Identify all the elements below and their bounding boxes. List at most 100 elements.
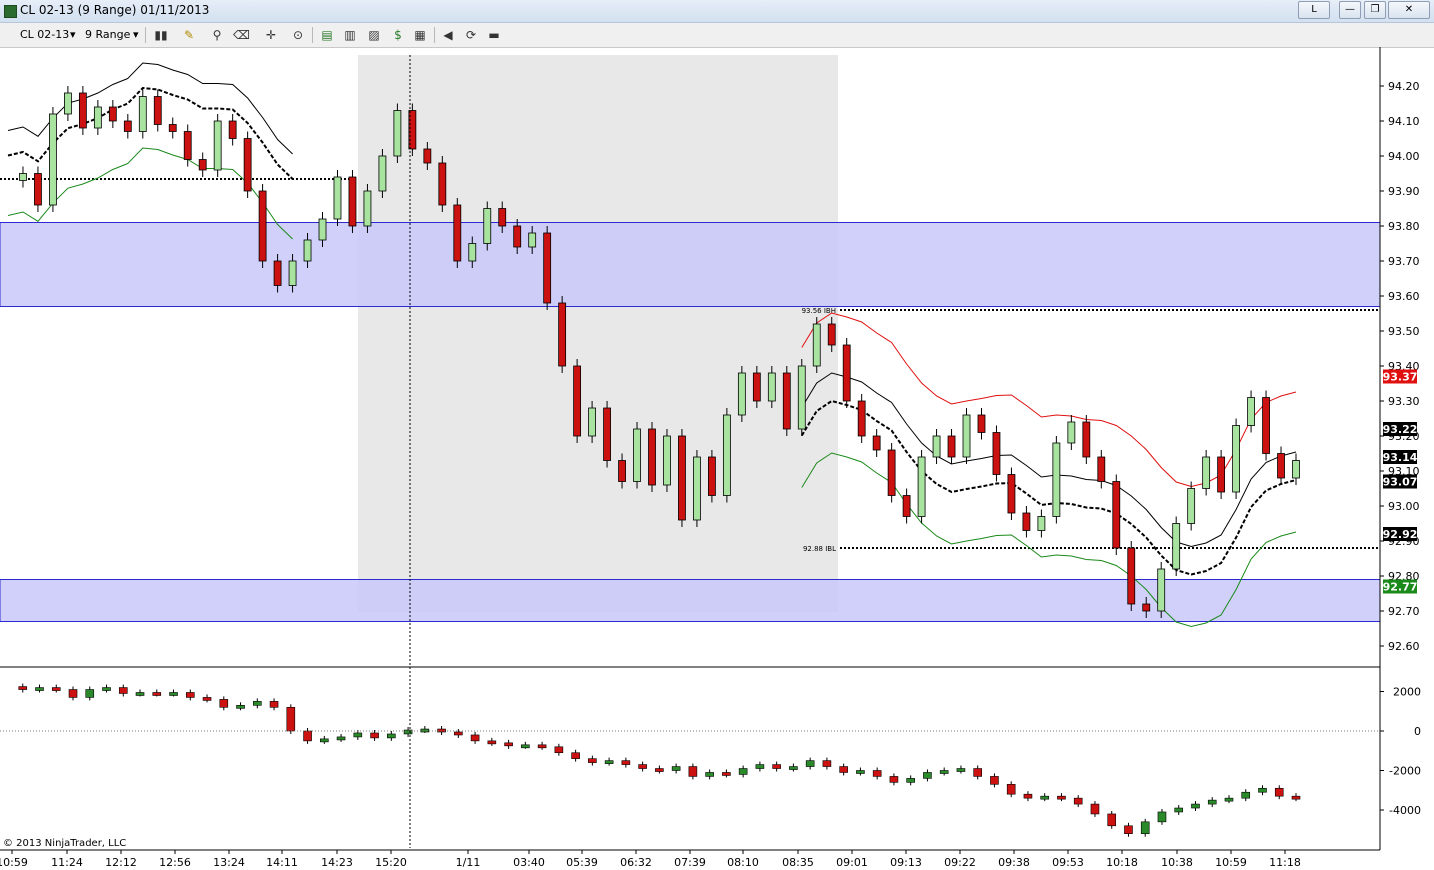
indicator-bar-down bbox=[1090, 803, 1100, 815]
candle-down bbox=[1277, 453, 1285, 479]
indicator-bar-down bbox=[152, 692, 162, 696]
indicator-bar-down bbox=[973, 768, 982, 777]
indicator-bar-up bbox=[1258, 787, 1267, 793]
period-dropdown-icon[interactable]: ▾ bbox=[133, 27, 139, 43]
candle-up bbox=[378, 155, 387, 192]
indicator-bar-down bbox=[202, 697, 212, 701]
eraser-icon[interactable]: ⌫ bbox=[233, 27, 250, 43]
indicator-bar-up bbox=[755, 764, 765, 769]
indicator-bar-down bbox=[638, 764, 647, 769]
restore-tab-button[interactable]: L bbox=[1298, 1, 1330, 19]
candle-down bbox=[348, 176, 357, 227]
candle-down bbox=[782, 372, 791, 430]
price-tick-label: 93.30 bbox=[1388, 395, 1420, 408]
indicator-bar-down bbox=[571, 752, 580, 759]
crosshair-icon[interactable]: ✛ bbox=[263, 27, 279, 43]
candle-up bbox=[318, 218, 327, 241]
indicator-bar-down bbox=[185, 692, 195, 698]
indicator-bar-down bbox=[269, 701, 279, 708]
indicator-bar-down bbox=[303, 730, 312, 742]
candle-up bbox=[483, 208, 492, 244]
price-tick-label: 93.50 bbox=[1388, 325, 1420, 338]
candle-up bbox=[917, 456, 926, 517]
time-tick-label: 11:24 bbox=[51, 856, 83, 869]
close-button[interactable]: ✕ bbox=[1388, 1, 1430, 19]
indicator-bar-up bbox=[169, 692, 178, 696]
candle-up bbox=[737, 372, 746, 416]
candle-down bbox=[752, 372, 761, 402]
candle-up bbox=[363, 190, 372, 227]
indicator-bar-down bbox=[655, 768, 664, 772]
indicator-bar-down bbox=[822, 760, 832, 767]
candle-down bbox=[678, 435, 686, 521]
scroll-back-icon[interactable]: ◀ bbox=[440, 27, 456, 43]
time-tick-label: 1/11 bbox=[456, 856, 481, 869]
toolbar-separator bbox=[312, 27, 313, 43]
time-tick-label: 15:20 bbox=[375, 856, 407, 869]
indicator-bar-up bbox=[705, 772, 714, 777]
indicator-bar-down bbox=[554, 746, 564, 754]
candle-up bbox=[1247, 397, 1255, 426]
minimize-button[interactable]: — bbox=[1339, 1, 1361, 19]
candle-down bbox=[168, 124, 177, 132]
candle-up bbox=[303, 239, 312, 262]
candle-up bbox=[1067, 421, 1076, 444]
price-tick-label: 94.10 bbox=[1388, 115, 1420, 128]
candle-down bbox=[1142, 603, 1151, 612]
candle-down bbox=[573, 365, 582, 437]
bars-type-icon[interactable]: ▮▮ bbox=[153, 27, 169, 43]
candle-down bbox=[558, 302, 567, 367]
candle-down bbox=[1262, 397, 1270, 454]
properties-icon[interactable]: ▦ bbox=[412, 27, 428, 43]
indicator-bar-down bbox=[470, 734, 480, 742]
candle-down bbox=[902, 495, 911, 517]
indicator-bar-up bbox=[604, 760, 614, 764]
price-chart[interactable]: 93.56 IBH92.88 IBL 94.2094.1094.0093.909… bbox=[0, 47, 1434, 870]
ib-low-label: 92.88 IBL bbox=[803, 545, 836, 553]
draw-pencil-icon[interactable]: ✎ bbox=[181, 27, 197, 43]
period-selector[interactable]: 9 Range bbox=[85, 27, 130, 43]
indicator-bar-up bbox=[236, 705, 245, 709]
candle-down bbox=[1022, 512, 1031, 531]
candle-up bbox=[663, 435, 671, 486]
price-label-value: 93.07 bbox=[1383, 476, 1418, 489]
indicator-bar-down bbox=[1006, 784, 1016, 795]
candle-up bbox=[93, 106, 102, 129]
maximize-button[interactable]: ❐ bbox=[1364, 1, 1386, 19]
candle-down bbox=[453, 204, 462, 262]
print-icon[interactable]: ▬ bbox=[486, 27, 502, 43]
indicator-bar-down bbox=[487, 740, 497, 745]
indicator-bar-up bbox=[1241, 791, 1251, 799]
indicator-bar-down bbox=[1023, 793, 1033, 799]
candle-up bbox=[1292, 460, 1300, 479]
zoom-icon[interactable]: ⚲ bbox=[209, 27, 225, 43]
price-tick-label: 93.60 bbox=[1388, 290, 1420, 303]
indicator-tick-label: -4000 bbox=[1389, 804, 1421, 817]
magnifier-icon[interactable]: ⊙ bbox=[290, 27, 306, 43]
candle-down bbox=[1217, 456, 1226, 493]
indicators-icon[interactable]: ▥ bbox=[342, 27, 358, 43]
chart-toolbar: CL 02-13 ▾ 9 Range ▾ ▮▮ ✎ ⚲ ⌫ ✛ ⊙ ▤ ▥ ▨ … bbox=[0, 23, 1434, 48]
indicator-tick-label: 0 bbox=[1414, 725, 1421, 738]
price-tick-label: 93.80 bbox=[1388, 220, 1420, 233]
instrument-selector[interactable]: CL 02-13 bbox=[20, 27, 69, 43]
indicator-bar-up bbox=[1207, 799, 1217, 805]
time-tick-label: 08:35 bbox=[782, 856, 814, 869]
candle-up bbox=[333, 176, 342, 220]
reload-icon[interactable]: ⟳ bbox=[463, 27, 479, 43]
data-box-icon[interactable]: ▤ bbox=[319, 27, 335, 43]
indicator-bar-up bbox=[1040, 795, 1050, 800]
time-tick-label: 10:59 bbox=[0, 856, 28, 869]
window-title-bar: CL 02-13 (9 Range) 01/11/2013 L — ❐ ✕ bbox=[0, 0, 1434, 23]
dollar-icon[interactable]: $ bbox=[390, 27, 406, 43]
strategies-icon[interactable]: ▨ bbox=[366, 27, 382, 43]
instrument-dropdown-icon[interactable]: ▾ bbox=[70, 27, 76, 43]
candle-up bbox=[1202, 456, 1211, 489]
indicator-bar-down bbox=[1124, 825, 1133, 834]
support-resistance-zone bbox=[0, 222, 1381, 307]
candle-down bbox=[153, 96, 162, 125]
indicator-bar-up bbox=[353, 732, 363, 738]
time-tick-label: 03:40 bbox=[513, 856, 545, 869]
candle-down bbox=[977, 414, 986, 433]
candle-down bbox=[198, 159, 207, 171]
